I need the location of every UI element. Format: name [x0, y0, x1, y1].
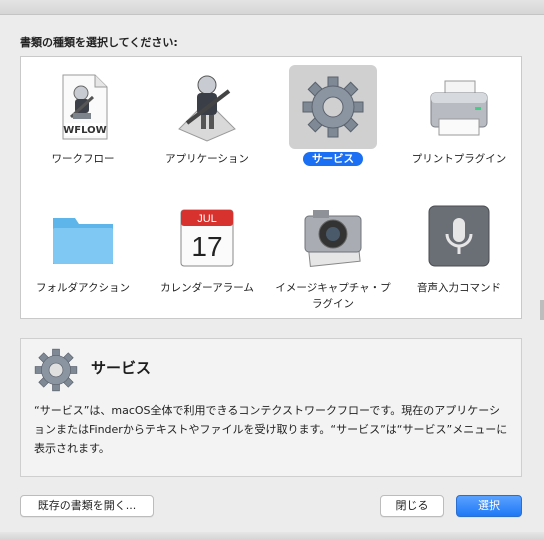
gear-icon [34, 348, 78, 392]
workflow-file-icon: WFLOW [62, 74, 108, 140]
calendar-icon: JUL 17 [180, 209, 234, 267]
choose-button[interactable]: 選択 [456, 495, 522, 517]
window-edge [540, 300, 544, 320]
printer-icon [430, 80, 488, 136]
calendar-month-text: JUL [197, 213, 217, 225]
doc-type-label: イメージキャプチャ・プラグイン [275, 282, 391, 310]
prompt-label: 書類の種類を選択してください: [20, 36, 178, 49]
doc-type-label: プリントプラグイン [411, 153, 507, 165]
folder-icon [53, 218, 113, 264]
description-title: サービス [91, 359, 152, 377]
calendar-day-text: 17 [191, 231, 222, 262]
doc-type-label: ワークフロー [51, 153, 115, 165]
description-panel: サービス “サービス”は、macOS全体で利用できるコンテクストワークフローです… [20, 338, 522, 477]
file-badge-text: WFLOW [63, 125, 106, 136]
window-bottom-edge [0, 532, 544, 540]
automator-app-icon [178, 75, 236, 142]
camera-icon [304, 210, 362, 267]
doc-type-label: フォルダアクション [36, 282, 130, 294]
doc-type-label: カレンダーアラーム [160, 282, 254, 294]
close-button[interactable]: 閉じる [380, 495, 444, 517]
doc-type-label: サービス [303, 152, 363, 166]
description-text: “サービス”は、macOS全体で利用できるコンテクストワークフローです。現在のア… [34, 404, 508, 455]
document-type-grid: WFLOW ワークフロー アプリケーション サービス プリントプラグイン フォル… [20, 56, 522, 319]
open-existing-button[interactable]: 既存の書類を開く... [20, 495, 154, 517]
doc-type-label: 音声入力コマンド [417, 282, 501, 294]
window-top-edge [0, 0, 544, 15]
microphone-icon [428, 205, 490, 267]
gear-icon [302, 76, 364, 138]
doc-type-label: アプリケーション [165, 153, 249, 165]
